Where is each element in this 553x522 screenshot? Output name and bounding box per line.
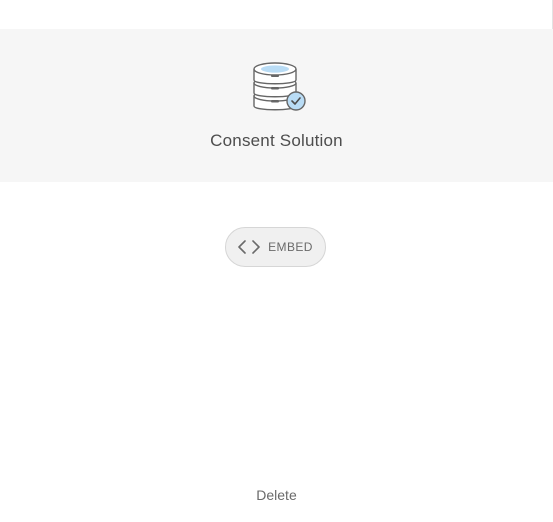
database-check-icon xyxy=(253,62,306,111)
embed-button-label: EMBED xyxy=(268,240,313,254)
app-title: Consent Solution xyxy=(210,131,343,150)
app-card-page: Consent Solution EMBED Delete xyxy=(0,0,553,522)
code-brackets-icon xyxy=(238,240,260,254)
delete-link[interactable]: Delete xyxy=(0,487,553,503)
top-strip xyxy=(0,0,553,29)
embed-button[interactable]: EMBED xyxy=(225,227,326,267)
